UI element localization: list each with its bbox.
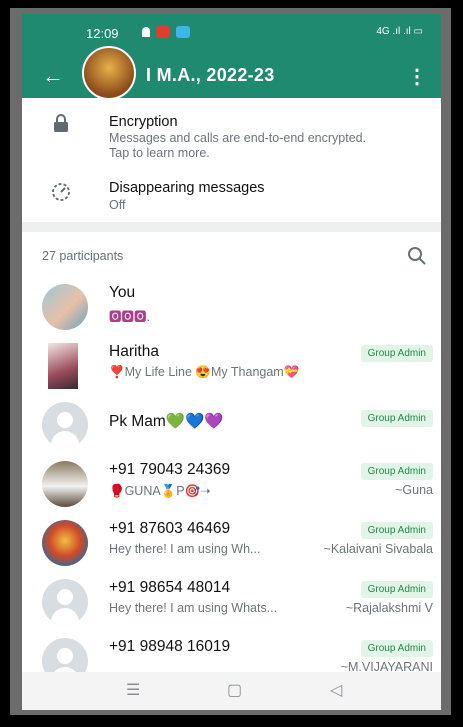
recent-apps-button[interactable]: ☰: [126, 680, 140, 700]
participant-name: You: [109, 284, 136, 301]
avatar: [42, 520, 88, 566]
default-avatar-icon: [42, 402, 88, 448]
message-notification-icon: [176, 26, 190, 38]
group-title[interactable]: I M.A., 2022-23: [146, 65, 275, 86]
group-admin-badge: Group Admin: [360, 640, 433, 657]
timer-icon: [50, 182, 72, 204]
status-bar: 12:09 4G .ıl .ıl ▭: [22, 14, 441, 56]
participant-status: 🥊GUNA🏅P🎯➝: [109, 484, 211, 498]
app-bar: ← I M.A., 2022-23 ⋮: [22, 46, 441, 100]
participant-row[interactable]: Haritha ❣️My Life Line 😍My Thangam💝 Grou…: [22, 341, 441, 399]
participant-row[interactable]: +91 87603 46469 Hey there! I am using Wh…: [22, 518, 441, 576]
participant-name: Haritha: [109, 343, 159, 360]
participant-status: Hey there! I am using Wh...: [109, 542, 261, 556]
participant-name: +91 79043 24369: [109, 461, 231, 478]
more-vert-icon[interactable]: ⋮: [407, 64, 427, 89]
back-button[interactable]: ◁: [330, 680, 342, 700]
app-notification-icon: [156, 26, 170, 38]
avatar: [42, 284, 88, 330]
group-admin-badge: Group Admin: [360, 345, 433, 362]
encryption-row[interactable]: Encryption Messages and calls are end-to…: [22, 98, 441, 160]
section-divider: [22, 222, 441, 232]
search-icon[interactable]: [407, 246, 427, 266]
disappearing-value: Off: [109, 198, 126, 212]
participant-status: ❣️My Life Line 😍My Thangam💝: [109, 365, 300, 379]
participant-name: +91 98654 48014: [109, 579, 231, 596]
group-admin-badge: Group Admin: [360, 410, 433, 427]
encryption-description: Messages and calls are end-to-end encryp…: [109, 131, 367, 160]
participant-alias: ~Kalaivani Sivabala: [323, 542, 433, 556]
participant-name: +91 98948 16019: [109, 638, 231, 655]
avatar: [42, 461, 88, 507]
phone-screen: 12:09 4G .ıl .ıl ▭ ← I M.A., 2022-23 ⋮ E…: [22, 14, 441, 710]
disappearing-messages-row[interactable]: Disappearing messages Off: [22, 168, 441, 218]
group-info-section: Encryption Messages and calls are end-to…: [22, 98, 441, 222]
participant-row[interactable]: Pk Mam💚💙💜 Group Admin: [22, 400, 441, 458]
disappearing-title: Disappearing messages: [109, 180, 265, 196]
default-avatar-icon: [42, 579, 88, 625]
participant-status: 🅾🅾🅾.: [109, 310, 150, 324]
participant-row[interactable]: You 🅾🅾🅾.: [22, 282, 441, 340]
participant-name: Pk Mam💚💙💜: [109, 413, 224, 430]
group-admin-badge: Group Admin: [360, 522, 433, 539]
notification-icons: [142, 26, 190, 38]
participants-count: 27 participants: [42, 249, 124, 263]
participant-alias: ~Guna: [395, 483, 433, 497]
status-time: 12:09: [86, 26, 119, 41]
encryption-title: Encryption: [109, 114, 178, 130]
home-button[interactable]: ▢: [227, 680, 242, 700]
participant-status: Hey there! I am using Whats...: [109, 601, 278, 615]
arrow-left-icon[interactable]: ←: [42, 63, 64, 89]
signal-battery-icons: 4G .ıl .ıl ▭: [376, 26, 423, 37]
group-admin-badge: Group Admin: [360, 463, 433, 480]
lock-icon: [50, 114, 72, 136]
participants-section: 27 participants You 🅾🅾🅾. Haritha ❣️My Li…: [22, 232, 441, 684]
avatar: [48, 343, 78, 389]
participant-row[interactable]: +91 98654 48014 Hey there! I am using Wh…: [22, 577, 441, 635]
participant-row[interactable]: +91 79043 24369 🥊GUNA🏅P🎯➝ Group Admin ~G…: [22, 459, 441, 517]
group-avatar[interactable]: [82, 46, 136, 100]
system-nav-bar: ☰ ▢ ◁: [22, 672, 441, 710]
bell-icon: [142, 27, 150, 37]
group-admin-badge: Group Admin: [360, 581, 433, 598]
participant-name: +91 87603 46469: [109, 520, 231, 537]
participant-alias: ~Rajalakshmi V: [345, 601, 433, 615]
